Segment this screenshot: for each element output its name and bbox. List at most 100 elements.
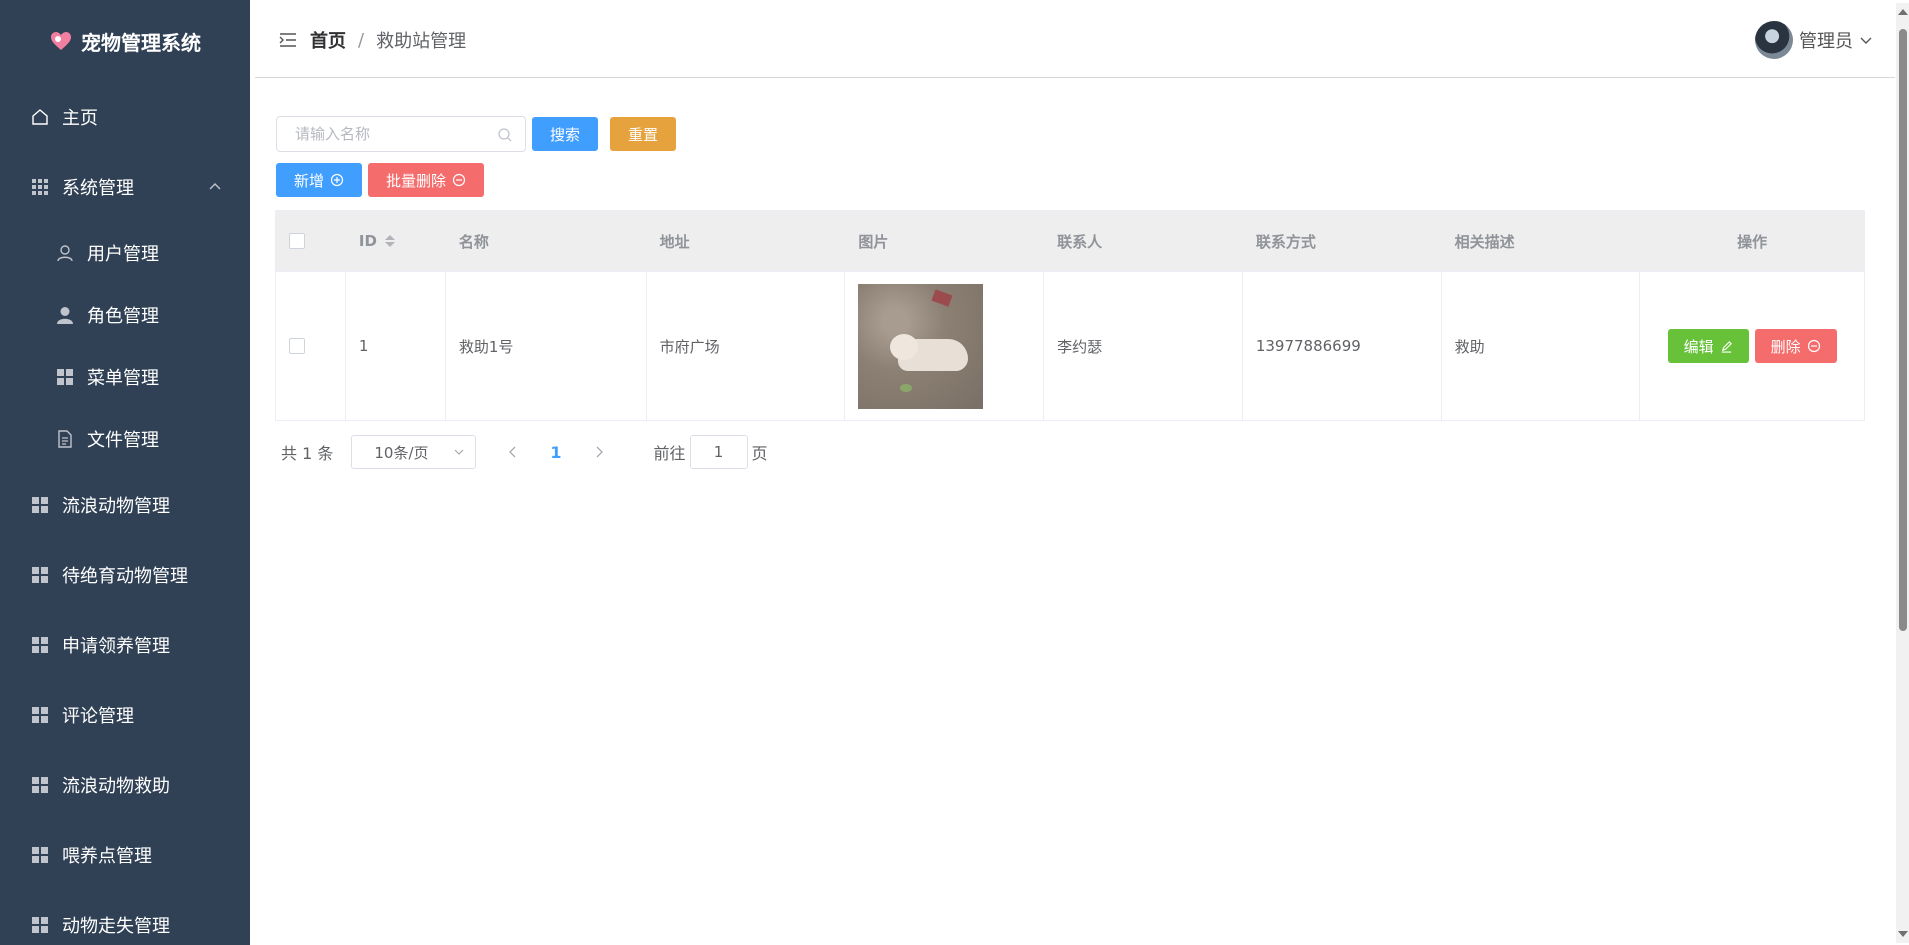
cell-contact: 李约瑟	[1044, 272, 1243, 420]
table-row: 1 救助1号 市府广场 李约瑟 13977886699 救助 编辑 删除	[276, 271, 1864, 420]
sidebar-item-label: 申请领养管理	[62, 636, 170, 657]
row-select-cell	[276, 272, 346, 420]
sidebar-item-stray-animals[interactable]: 流浪动物管理	[0, 470, 250, 540]
cell-phone: 13977886699	[1243, 272, 1442, 420]
page-size-value: 10条/页	[374, 443, 429, 462]
user-filled-icon	[55, 305, 75, 325]
cell-address: 市府广场	[647, 272, 846, 420]
sidebar-item-neuter[interactable]: 待绝育动物管理	[0, 540, 250, 610]
scroll-down-arrow[interactable]	[1898, 931, 1908, 937]
grid-icon	[30, 565, 50, 585]
search-input[interactable]	[277, 117, 525, 151]
sidebar-item-lost[interactable]: 动物走失管理	[0, 890, 250, 945]
menu-grid-icon	[55, 367, 75, 387]
sidebar-item-feeding[interactable]: 喂养点管理	[0, 820, 250, 890]
add-button-label: 新增	[294, 171, 325, 190]
sidebar-item-label: 动物走失管理	[62, 916, 170, 937]
cell-image	[845, 272, 1045, 420]
grid-icon	[30, 775, 50, 795]
header-cell-select	[276, 211, 346, 271]
select-all-checkbox[interactable]	[289, 233, 305, 249]
pagination-total: 共 1 条	[281, 444, 334, 463]
sidebar-item-roles[interactable]: 角色管理	[0, 284, 250, 346]
sidebar: 宠物管理系统 主页 系统管理 用户管理 角色管理 菜单管理 文件管理 流浪动物管…	[0, 0, 250, 945]
menu-fold-icon[interactable]	[278, 30, 298, 50]
header-cell-actions: 操作	[1737, 232, 1768, 251]
sidebar-item-adoption[interactable]: 申请领养管理	[0, 610, 250, 680]
sidebar-item-users[interactable]: 用户管理	[0, 222, 250, 284]
data-table: ID 名称 地址 图片 联系人 联系方式 相关描述 操作 1 救助1号 市府广场…	[275, 210, 1865, 421]
delete-button-label: 删除	[1770, 337, 1801, 356]
sidebar-item-label: 文件管理	[87, 430, 159, 451]
sidebar-item-system[interactable]: 系统管理	[0, 152, 250, 222]
sidebar-item-label: 流浪动物救助	[62, 776, 170, 797]
document-icon	[55, 429, 75, 449]
header-cell-address: 地址	[659, 232, 690, 251]
user-name: 管理员	[1799, 31, 1853, 52]
breadcrumb-separator: /	[358, 29, 365, 51]
sidebar-item-home[interactable]: 主页	[0, 82, 250, 152]
reset-button[interactable]: 重置	[610, 117, 677, 151]
sidebar-item-rescue[interactable]: 流浪动物救助	[0, 750, 250, 820]
cell-actions: 编辑 删除	[1640, 272, 1864, 420]
sidebar-item-files[interactable]: 文件管理	[0, 408, 250, 470]
breadcrumb: 首页 / 救助站管理	[310, 27, 466, 53]
minus-circle-icon	[1807, 339, 1820, 353]
user-menu[interactable]: 管理员	[1755, 21, 1873, 59]
sidebar-item-label: 评论管理	[62, 706, 134, 727]
sidebar-item-label: 菜单管理	[87, 368, 159, 389]
scroll-up-arrow[interactable]	[1898, 9, 1908, 15]
edit-button-label: 编辑	[1683, 337, 1714, 356]
user-icon	[55, 243, 75, 263]
header-cell-id[interactable]: ID	[346, 211, 446, 271]
edit-icon	[1721, 340, 1732, 353]
header-cell-image: 图片	[858, 232, 889, 251]
sidebar-item-label: 主页	[62, 108, 98, 129]
grid-icon	[30, 177, 50, 197]
batch-delete-label: 批量删除	[386, 171, 447, 190]
add-button[interactable]: 新增	[276, 163, 363, 197]
cell-id: 1	[346, 272, 446, 420]
cell-description: 救助	[1442, 272, 1641, 420]
search-button[interactable]: 搜索	[532, 117, 599, 151]
goto-prefix: 前往	[653, 444, 686, 463]
grid-icon	[30, 495, 50, 515]
chevron-up-icon	[209, 183, 221, 190]
prev-page-icon[interactable]	[506, 445, 520, 459]
breadcrumb-home[interactable]: 首页	[310, 27, 346, 53]
sidebar-item-menus[interactable]: 菜单管理	[0, 346, 250, 408]
row-checkbox[interactable]	[289, 338, 305, 354]
minus-circle-icon	[452, 173, 466, 187]
main-content: 首页 / 救助站管理 管理员 搜索 重置 新增 批量删除	[250, 0, 1909, 945]
sidebar-item-label: 系统管理	[62, 178, 134, 199]
search-field	[276, 116, 526, 152]
pet-heart-icon	[51, 32, 71, 50]
grid-icon	[30, 635, 50, 655]
rescue-photo[interactable]	[858, 283, 984, 409]
sidebar-item-comments[interactable]: 评论管理	[0, 680, 250, 750]
edit-button[interactable]: 编辑	[1667, 329, 1749, 363]
header-cell-name: 名称	[458, 232, 489, 251]
sidebar-item-label: 用户管理	[87, 244, 159, 265]
sidebar-item-label: 待绝育动物管理	[62, 566, 188, 587]
page-jumper: 前往 页	[654, 435, 768, 469]
grid-icon	[30, 845, 50, 865]
goto-input[interactable]	[689, 435, 748, 469]
grid-icon	[30, 915, 50, 935]
batch-delete-button[interactable]: 批量删除	[368, 163, 485, 197]
app-title: 宠物管理系统	[81, 30, 201, 55]
sidebar-item-label: 角色管理	[87, 306, 159, 327]
chevron-down-icon	[1860, 37, 1872, 44]
header-cell-description: 相关描述	[1454, 232, 1515, 251]
scrollbar-thumb[interactable]	[1899, 29, 1907, 631]
sort-icon[interactable]	[384, 235, 395, 247]
next-page-icon[interactable]	[592, 445, 606, 459]
page-size-select[interactable]: 10条/页	[351, 435, 477, 469]
page-number[interactable]: 1	[550, 443, 561, 462]
goto-suffix: 页	[751, 444, 768, 463]
action-toolbar: 新增 批量删除	[276, 163, 485, 197]
delete-button[interactable]: 删除	[1754, 329, 1837, 363]
vertical-scrollbar[interactable]	[1896, 3, 1909, 943]
header-cell-phone: 联系方式	[1255, 232, 1316, 251]
top-bar: 首页 / 救助站管理 管理员	[255, 3, 1895, 78]
